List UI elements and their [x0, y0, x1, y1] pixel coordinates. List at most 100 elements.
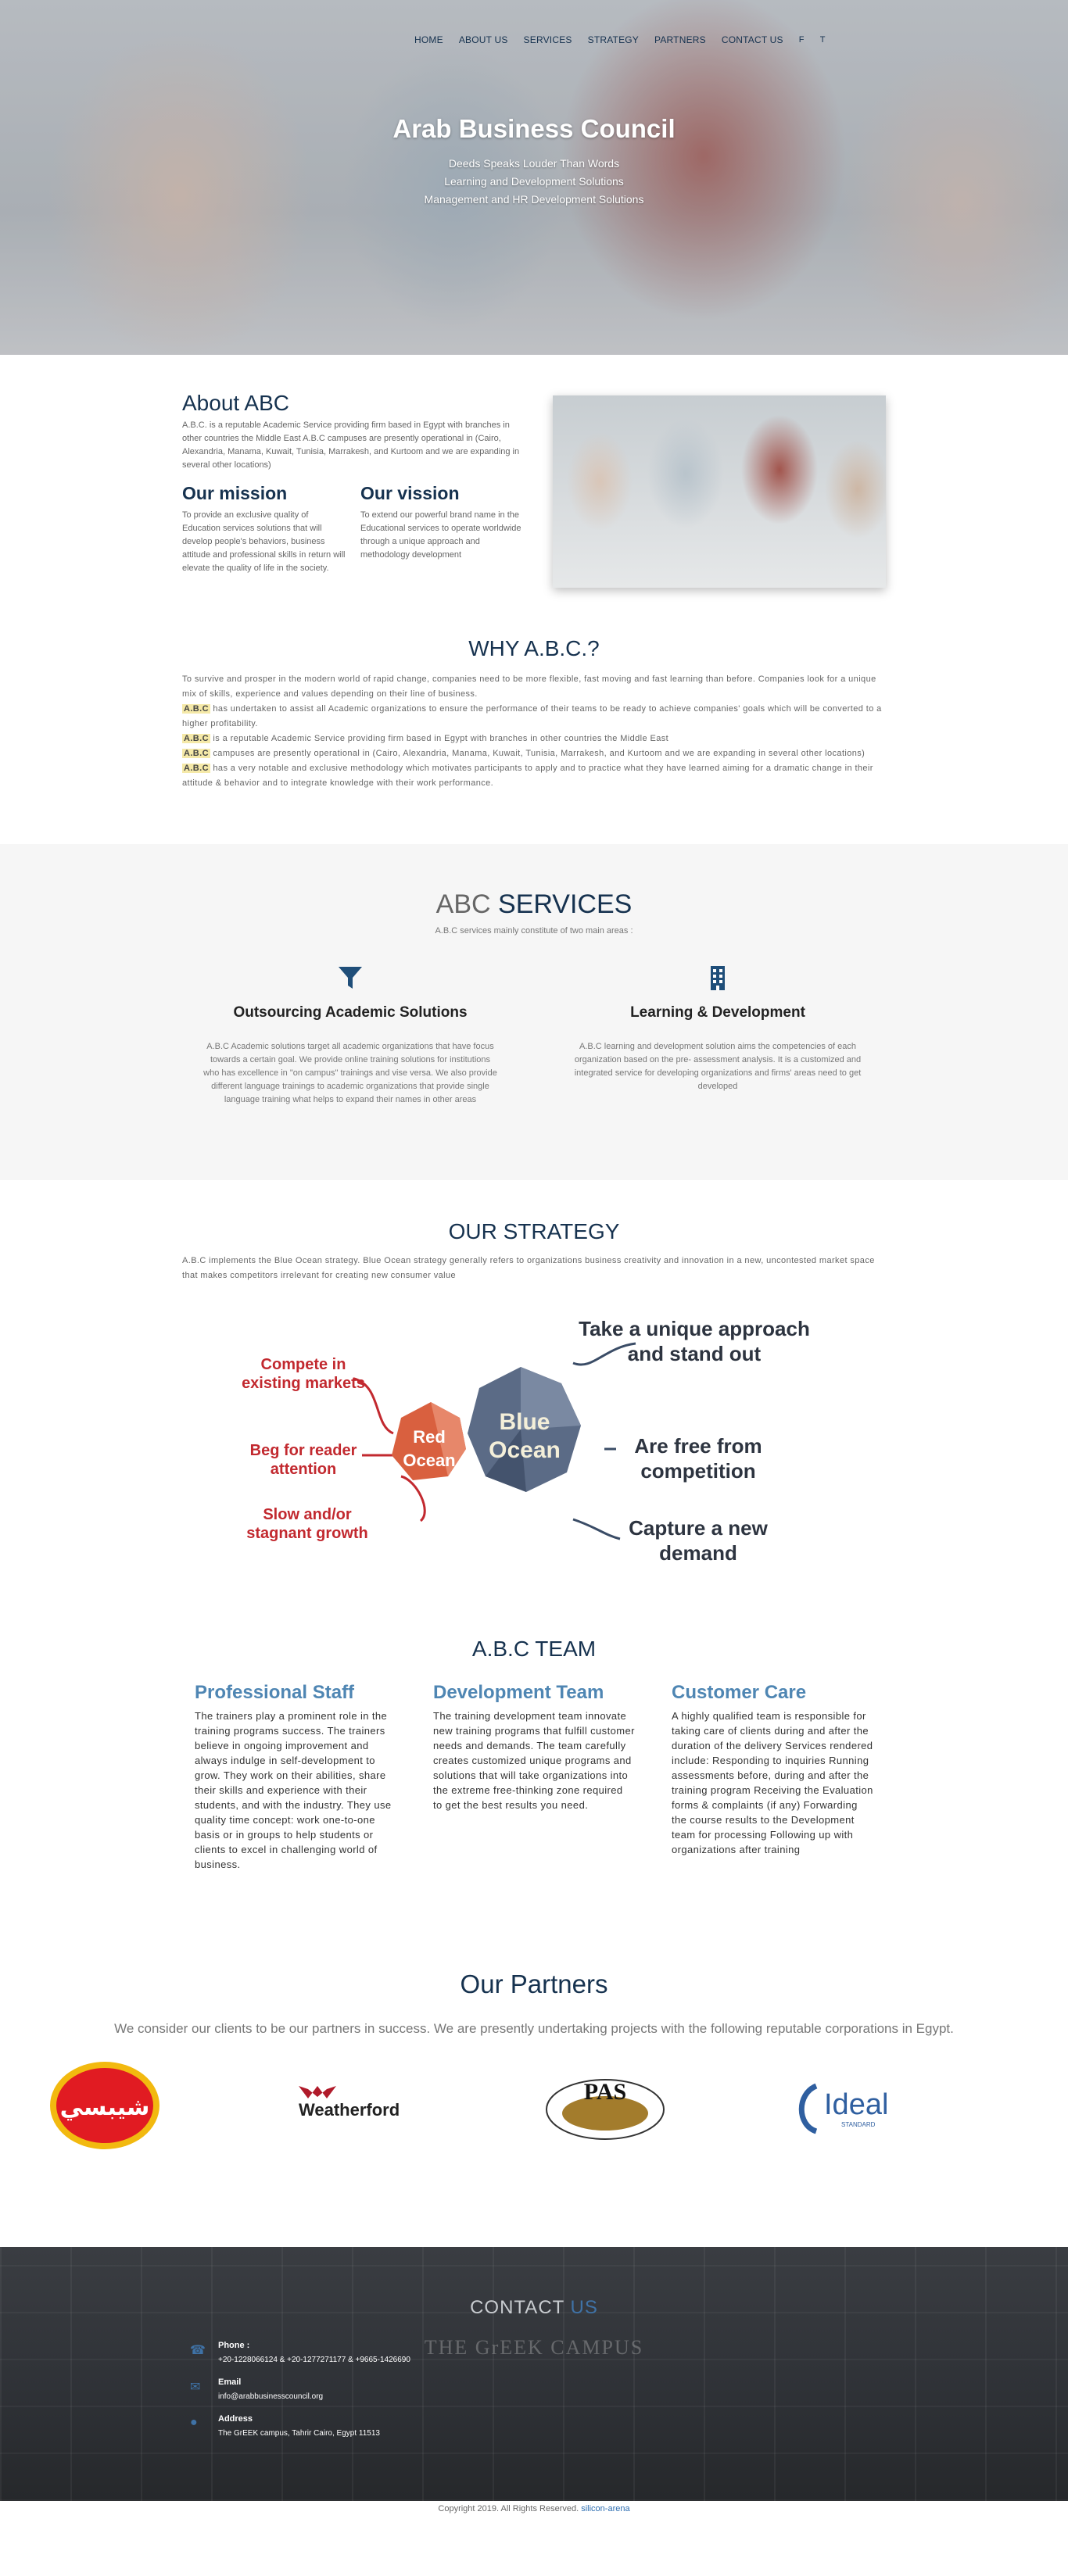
team-col-staff: Professional Staff The trainers play a p… — [195, 1682, 396, 1872]
strategy-title: OUR STRATEGY — [448, 1219, 620, 1243]
service-outsourcing: Outsourcing Academic Solutions A.B.C Aca… — [182, 964, 518, 1107]
service-text: A.B.C Academic solutions target all acad… — [203, 1042, 497, 1104]
hero-line-3: Management and HR Development Solutions — [424, 193, 644, 206]
hero: HOME ABOUT US SERVICES STRATEGY PARTNERS… — [0, 0, 1068, 355]
ideal-wordmark: Ideal — [824, 2088, 888, 2121]
abc-tag: A.B.C — [182, 749, 210, 758]
mission-title: Our mission — [182, 483, 288, 503]
red-point-3: Slow and/or stagnant growth — [246, 1506, 368, 1542]
partners-sub: We consider our clients to be our partne… — [114, 2021, 954, 2036]
weatherford-wordmark: Weatherford — [299, 2100, 400, 2120]
blue-point-2: Are free from competition — [634, 1434, 762, 1483]
email-value[interactable]: info@arabbusinesscouncil.org — [218, 2392, 323, 2401]
envelope-icon: ✉ — [190, 2381, 201, 2394]
about-text: A.B.C. is a reputable Academic Service p… — [182, 420, 520, 470]
nav-contact[interactable]: CONTACT US — [722, 34, 783, 45]
email-label: Email — [218, 2377, 242, 2387]
nav-strategy[interactable]: STRATEGY — [588, 34, 639, 45]
hero-text: Arab Business Council Deeds Speaks Loude… — [0, 114, 1068, 209]
contact-title: CONTACT US — [0, 2297, 1068, 2319]
why-body: To survive and prosper in the modern wor… — [182, 672, 886, 791]
services-title: ABC SERVICES — [182, 889, 886, 920]
footer: Copyright 2019. All Rights Reserved. sil… — [0, 2501, 1068, 2518]
service-text: A.B.C learning and development solution … — [574, 1042, 862, 1091]
why-intro: To survive and prosper in the modern wor… — [182, 674, 876, 699]
contact-section: CONTACT US THE GrEEK CAMPUS ☎ Phone : +20… — [0, 2247, 1068, 2501]
phone-icon: ☎ — [190, 2344, 206, 2357]
standard-wordmark: STANDARD — [841, 2121, 876, 2128]
team-col-title: Customer Care — [672, 1682, 807, 1703]
vision-block: Our vission To extend our powerful brand… — [360, 483, 525, 575]
vision-title: Our vission — [360, 483, 460, 503]
team-col-text: A highly qualified team is responsible f… — [672, 1710, 873, 1855]
partners-section: Our Partners We consider our clients to … — [0, 1970, 1068, 2247]
chipsy-wordmark: شيبسي — [60, 2094, 150, 2121]
twitter-icon[interactable]: t — [820, 35, 826, 45]
service-title: Learning & Development — [630, 1004, 805, 1021]
abc-tag: A.B.C — [182, 734, 210, 743]
about-team-photo — [553, 395, 886, 588]
strategy-section: OUR STRATEGY A.B.C implements the Blue O… — [182, 1180, 886, 1610]
building-icon — [550, 964, 886, 995]
campus-sign: THE GrEEK CAMPUS — [424, 2336, 644, 2359]
vision-text: To extend our powerful brand name in the… — [360, 510, 521, 560]
contact-phone: ☎ Phone : +20-1228066124 & +20-1277271177… — [190, 2341, 410, 2364]
mission-block: Our mission To provide an exclusive qual… — [182, 483, 346, 575]
why-p2: is a reputable Academic Service providin… — [210, 734, 669, 743]
contact-address: ● Address The GrEEK campus, Tahrir Cairo,… — [190, 2414, 410, 2438]
filter-icon — [182, 964, 518, 995]
team-col-title: Professional Staff — [195, 1682, 355, 1703]
contact-email: ✉ Email info@arabbusinesscouncil.org — [190, 2377, 410, 2401]
mission-text: To provide an exclusive quality of Educa… — [182, 510, 346, 573]
chipsy-logo[interactable]: شيبسي — [42, 2059, 167, 2152]
phone-label: Phone : — [218, 2341, 250, 2350]
services-sub: A.B.C services mainly constitute of two … — [435, 926, 633, 936]
why-title: WHY A.B.C.? — [468, 636, 600, 660]
team-col-text: The training development team innovate n… — [433, 1710, 635, 1811]
main-nav: HOME ABOUT US SERVICES STRATEGY PARTNERS… — [414, 34, 826, 45]
team-col-text: The trainers play a prominent role in th… — [195, 1710, 392, 1870]
address-label: Address — [218, 2414, 253, 2424]
strategy-text: A.B.C implements the Blue Ocean strategy… — [182, 1256, 875, 1280]
blue-point-3: Capture a new demand — [629, 1516, 768, 1565]
team-section: A.B.C TEAM Professional Staff The traine… — [182, 1610, 886, 1970]
nav-partners[interactable]: PARTNERS — [654, 34, 706, 45]
services-title-b: SERVICES — [498, 889, 633, 919]
red-ocean-label: Red Ocean — [403, 1427, 456, 1470]
contact-title-b: US — [570, 2297, 598, 2318]
team-title: A.B.C TEAM — [471, 1637, 597, 1661]
team-col-title: Development Team — [433, 1682, 604, 1703]
blue-point-1: Take a unique approach and stand out — [579, 1317, 810, 1365]
abc-tag: A.B.C — [182, 704, 210, 714]
ocean-diagram: Red Ocean Blue Ocean Compete in existing… — [237, 1316, 831, 1574]
about-title: About ABC — [182, 391, 289, 415]
contact-title-a: CONTACT — [470, 2297, 564, 2318]
hero-line-1: Deeds Speaks Louder Than Words — [448, 157, 620, 170]
red-point-2: Beg for reader attention — [249, 1442, 357, 1478]
weatherford-logo[interactable]: Weatherford — [292, 2059, 418, 2152]
team-col-care: Customer Care A highly qualified team is… — [672, 1682, 873, 1872]
contact-info: ☎ Phone : +20-1228066124 & +20-1277271177… — [190, 2341, 410, 2451]
partners-title: Our Partners — [460, 1970, 608, 1998]
nav-about[interactable]: ABOUT US — [459, 34, 508, 45]
credit-link[interactable]: silicon-arena — [581, 2504, 629, 2513]
service-learning: Learning & Development A.B.C learning an… — [550, 964, 886, 1107]
why-section: WHY A.B.C.? To survive and prosper in th… — [182, 636, 886, 791]
services-section: ABC SERVICES A.B.C services mainly const… — [0, 844, 1068, 1180]
hero-title: Arab Business Council — [392, 114, 676, 143]
nav-home[interactable]: HOME — [414, 34, 443, 45]
blue-ocean-label: Blue Ocean — [489, 1409, 561, 1463]
team-col-development: Development Team The training developmen… — [433, 1682, 635, 1872]
pas-logo[interactable]: PAS — [543, 2059, 668, 2152]
service-title: Outsourcing Academic Solutions — [233, 1004, 468, 1021]
map-pin-icon: ● — [190, 2416, 198, 2429]
hero-line-2: Learning and Development Solutions — [444, 175, 624, 188]
copyright-text: Copyright 2019. All Rights Reserved. — [438, 2504, 579, 2513]
about-section: About ABC A.B.C. is a reputable Academic… — [182, 355, 886, 636]
red-point-1: Compete in existing markets — [242, 1356, 365, 1392]
facebook-icon[interactable]: f — [799, 35, 805, 45]
phone-value[interactable]: +20-1228066124 & +20-1277271177 & +9665-… — [218, 2356, 410, 2364]
ideal-standard-logo[interactable]: Ideal STANDARD — [793, 2059, 918, 2152]
services-title-a: ABC — [435, 889, 491, 919]
nav-services[interactable]: SERVICES — [524, 34, 572, 45]
